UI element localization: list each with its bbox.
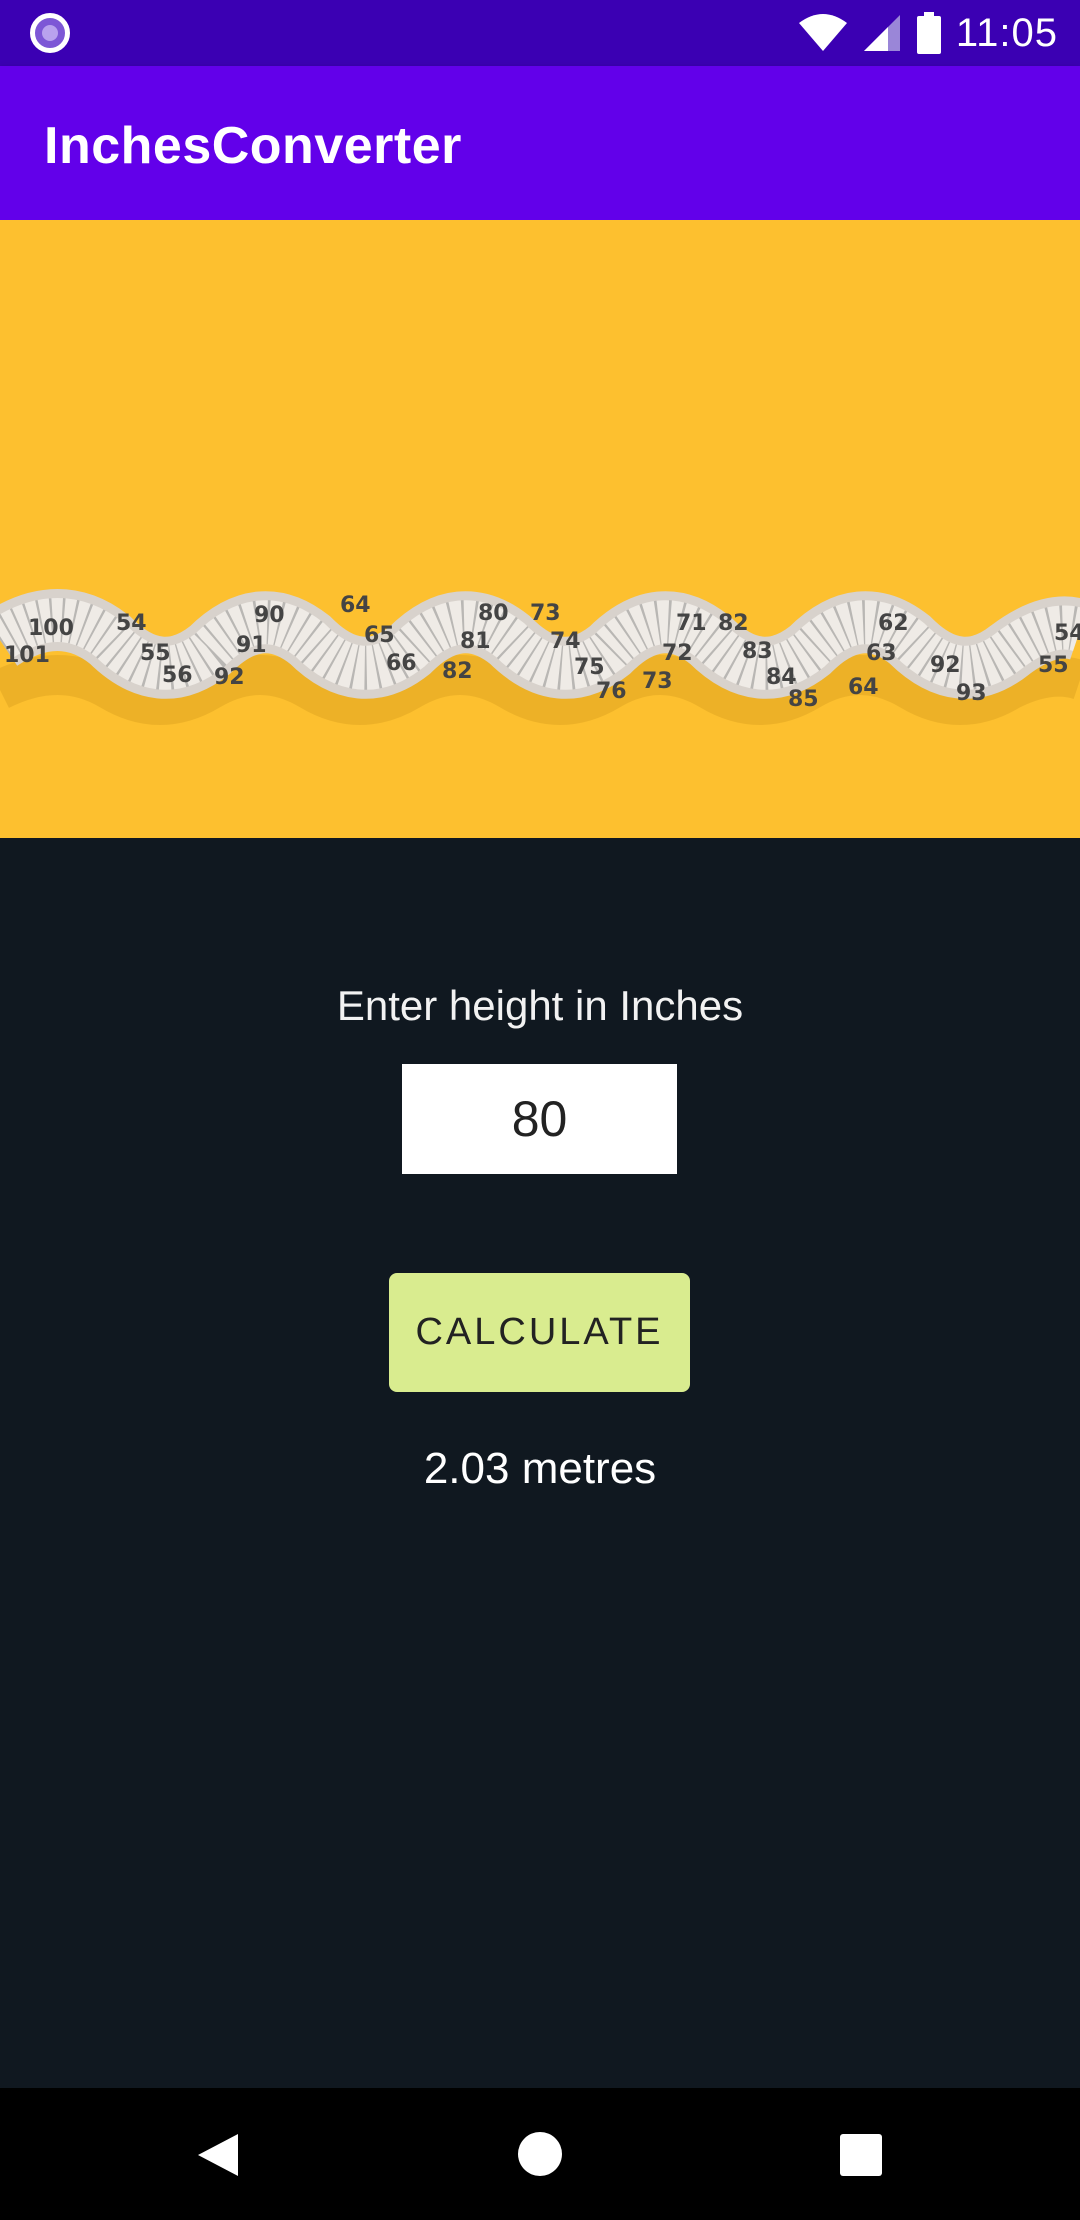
home-icon[interactable] <box>518 2132 562 2176</box>
tape-number: 64 <box>848 675 879 700</box>
tape-number: 85 <box>788 687 819 712</box>
status-time: 11:05 <box>955 10 1058 55</box>
tape-number: 91 <box>236 633 267 658</box>
tape-number: 81 <box>460 629 491 654</box>
height-inches-input[interactable] <box>402 1064 677 1174</box>
calculate-button[interactable]: CALCULATE <box>389 1273 690 1392</box>
tape-number: 82 <box>442 659 473 684</box>
height-prompt-label: Enter height in Inches <box>336 982 744 1029</box>
tape-number: 80 <box>478 601 509 626</box>
recents-icon[interactable] <box>840 2134 882 2176</box>
tape-number: 56 <box>162 663 193 688</box>
tape-number: 93 <box>956 681 987 706</box>
tape-number: 92 <box>214 665 245 690</box>
tape-number: 54 <box>116 611 147 636</box>
tape-number: 101 <box>4 643 50 668</box>
notification-circle-icon <box>30 13 70 53</box>
status-bar: 11:05 <box>0 0 1080 66</box>
main-content: Enter height in Inches CALCULATE 2.03 me… <box>0 838 1080 2088</box>
tape-number: 76 <box>596 679 627 704</box>
tape-measure-illustration: 100 101 54 55 56 90 91 92 64 65 66 80 81… <box>0 220 1080 838</box>
navigation-bar <box>0 2088 1080 2220</box>
tape-number: 62 <box>878 611 909 636</box>
tape-number: 55 <box>1038 653 1069 678</box>
tape-number: 73 <box>530 601 561 626</box>
tape-number: 83 <box>742 639 773 664</box>
app-bar: InchesConverter <box>0 66 1080 220</box>
hero-image: 100 101 54 55 56 90 91 92 64 65 66 80 81… <box>0 220 1080 838</box>
tape-number: 63 <box>866 641 897 666</box>
tape-number: 73 <box>642 669 673 694</box>
tape-number: 71 <box>676 611 707 636</box>
app-title: InchesConverter <box>44 117 462 175</box>
signal-icon <box>863 15 900 51</box>
back-icon[interactable] <box>196 2132 240 2178</box>
tape-number: 65 <box>364 623 395 648</box>
tape-number: 72 <box>662 641 693 666</box>
status-icons: 11:05 <box>798 0 1058 66</box>
tape-number: 90 <box>254 603 285 628</box>
tape-number: 74 <box>550 629 581 654</box>
tape-number: 64 <box>340 593 371 618</box>
tape-number: 66 <box>386 651 417 676</box>
battery-icon <box>916 12 941 54</box>
tape-number: 92 <box>930 653 961 678</box>
tape-number: 82 <box>718 611 749 636</box>
tape-number: 100 <box>28 616 74 641</box>
tape-number: 75 <box>574 655 605 680</box>
wifi-icon <box>798 14 847 51</box>
tape-number: 54 <box>1054 621 1080 646</box>
result-text: 2.03 metres <box>423 1444 657 1493</box>
